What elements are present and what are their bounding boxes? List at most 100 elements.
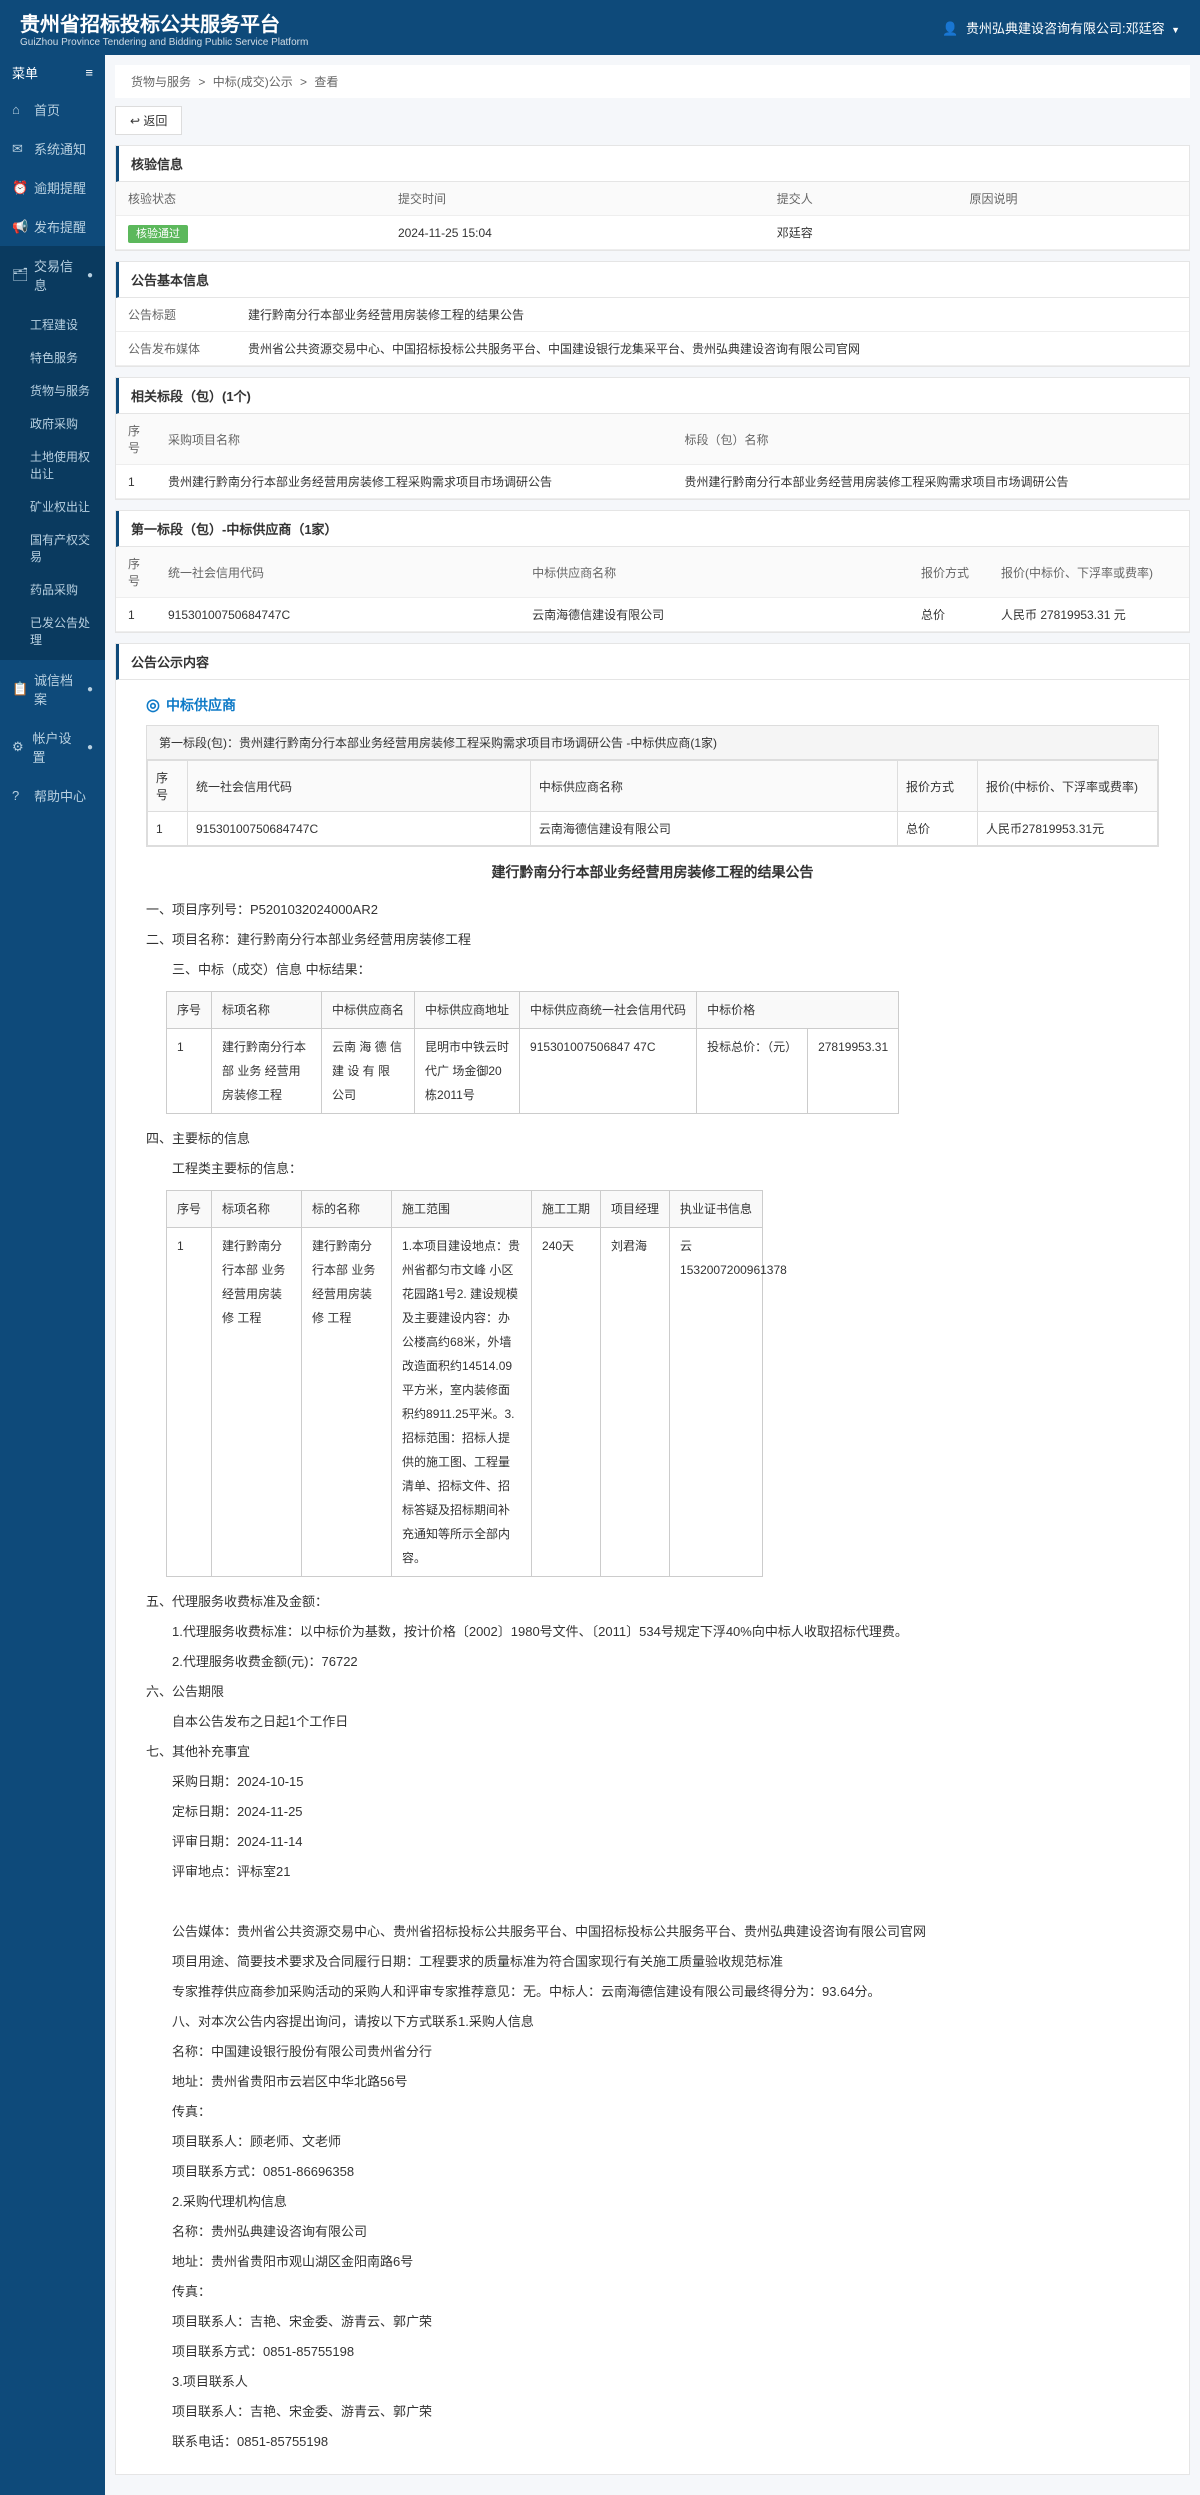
t1r4: 昆明市中铁云时代广 场金御20栋2011号 [415,1029,520,1114]
t1r5: 915301007506847 47C [520,1029,697,1114]
p5b: 2.代理服务收费金额(元)：76722 [146,1649,1159,1675]
atd5: 人民币27819953.31元 [978,812,1158,846]
ath4: 报价方式 [898,761,978,812]
supp-name: 云南海德信建设有限公司 [520,598,909,632]
p5: 五、代理服务收费标准及金额： [146,1589,1159,1615]
p6a: 自本公告发布之日起1个工作日 [146,1709,1159,1735]
th-qtype: 报价方式 [909,547,989,598]
t2h6: 项目经理 [601,1191,670,1228]
breadcrumb: 货物与服务 > 中标(成交)公示 > 查看 [115,65,1190,98]
menu-item-0[interactable]: ⌂首页 [0,90,105,129]
t1h5: 中标供应商统一社会信用代码 [520,992,697,1029]
p2: 二、项目名称：建行黔南分行本部业务经营用房装修工程 [146,927,1159,953]
foot-line-16: 项目联系人：吉艳、宋金委、游青云、郭广荣 [146,2399,1159,2425]
p4b: 工程类主要标的信息： [146,1156,1159,1182]
submenu-item-7[interactable]: 药品采购 [0,573,105,606]
submenu-item-5[interactable]: 矿业权出让 [0,490,105,523]
p6: 六、公告期限 [146,1679,1159,1705]
foot-line-8: 项目联系方式：0851-86696358 [146,2159,1159,2185]
menu-collapse-icon[interactable]: ≡ [85,65,93,80]
menu-icon: ✉ [12,141,26,157]
p7c: 评审日期：2024-11-14 [146,1829,1159,1855]
th-seg-name: 标段（包）名称 [673,414,1190,465]
app-title: 贵州省招标投标公共服务平台 GuiZhou Province Tendering… [20,8,308,48]
foot-line-12: 传真： [146,2279,1159,2305]
t1h3: 中标供应商名 [322,992,415,1029]
breadcrumb-2[interactable]: 中标(成交)公示 [213,75,293,89]
user-menu[interactable]: 贵州弘典建设咨询有限公司:邓廷容 [942,18,1180,37]
menu-icon: ⌂ [12,102,26,117]
panel-verify: 核验信息 核验状态 提交时间 提交人 原因说明 核验通过 2024-11-25 … [115,145,1190,251]
breadcrumb-3: 查看 [314,75,338,89]
expand-icon: ● [87,684,93,695]
content-area: 货物与服务 > 中标(成交)公示 > 查看 返回 核验信息 核验状态 提交时间 … [105,55,1200,2495]
th-seq2: 序号 [116,547,156,598]
sidebar: 菜单 ≡ ⌂首页 ✉ 系统通知 ⏰逾期提醒📢发布提醒🗂交易信息● 工程建设特色服务货物与… [0,55,105,2495]
table-row: 1 91530100750684747C 云南海德信建设有限公司 总价 人民币2… [148,812,1158,846]
result-table: 序号 标项名称 中标供应商名 中标供应商地址 中标供应商统一社会信用代码 中标价… [166,991,899,1114]
menu-label: 系统通知 [34,139,86,158]
sidebar-title: 菜单 ≡ [0,55,105,90]
submenu-item-6[interactable]: 国有产权交易 [0,523,105,573]
menu-label: 交易信息 [34,256,79,294]
th-status: 核验状态 [116,182,386,216]
ann-media-val: 贵州省公共资源交易中心、中国招标投标公共服务平台、中国建设银行龙集采平台、贵州弘… [236,332,1189,366]
atd4: 总价 [898,812,978,846]
app-title-cn: 贵州省招标投标公共服务平台 [20,8,308,37]
menu-item-2[interactable]: ⏰逾期提醒 [0,168,105,207]
app-header: 贵州省招标投标公共服务平台 GuiZhou Province Tendering… [0,0,1200,55]
submenu-item-0[interactable]: 工程建设 [0,308,105,341]
th-person: 提交人 [765,182,958,216]
seg-no: 1 [116,465,156,499]
atd3: 云南海德信建设有限公司 [530,812,897,846]
menu-item-1[interactable]: ✉ 系统通知 [0,129,105,168]
t1r1: 1 [167,1029,212,1114]
table-row: 1 贵州建行黔南分行本部业务经营用房装修工程采购需求项目市场调研公告 贵州建行黔… [116,465,1189,499]
winner-box: 第一标段(包)：贵州建行黔南分行本部业务经营用房装修工程采购需求项目市场调研公告… [146,725,1159,847]
submenu-item-4[interactable]: 土地使用权出让 [0,440,105,490]
p1: 一、项目序列号：P5201032024000AR2 [146,897,1159,923]
p7: 七、其他补充事宜 [146,1739,1159,1765]
menu-item-6[interactable]: ⚙帐户设置● [0,718,105,776]
foot-line-3: 八、对本次公告内容提出询问，请按以下方式联系1.采购人信息 [146,2009,1159,2035]
t1r3: 云南 海 德 信 建 设 有 限 公司 [322,1029,415,1114]
p7a: 采购日期：2024-10-15 [146,1769,1159,1795]
menu-icon: ? [12,788,26,803]
menu-item-4[interactable]: 🗂交易信息● [0,246,105,304]
t2h4: 施工范围 [392,1191,532,1228]
atd2: 91530100750684747C [188,812,531,846]
breadcrumb-1[interactable]: 货物与服务 [131,75,191,89]
submenu-item-1[interactable]: 特色服务 [0,341,105,374]
p7d: 评审地点：评标室21 [146,1859,1159,1885]
menu-item-7[interactable]: ? 帮助中心 [0,776,105,815]
th-code: 统一社会信用代码 [156,547,520,598]
menu-label: 发布提醒 [34,217,86,236]
menu-icon: ⏰ [12,180,26,196]
ath5: 报价(中标价、下浮率或费率) [978,761,1158,812]
status-badge: 核验通过 [128,225,188,243]
menu-label: 帮助中心 [34,786,86,805]
ath2: 统一社会信用代码 [188,761,531,812]
winner-header: 中标供应商 [146,695,1159,715]
menu-label: 帐户设置 [33,728,79,766]
t2r2: 建行黔南分行本部 业务经营用房装修 工程 [212,1228,302,1577]
t1r6b: 27819953.31 [808,1029,899,1114]
table-row: 1 建行黔南分行本部 业务 经营用房装修工程 云南 海 德 信 建 设 有 限 … [167,1029,899,1114]
th-seq: 序号 [116,414,156,465]
foot-line-17: 联系电话：0851-85755198 [146,2429,1159,2455]
menu-item-3[interactable]: 📢发布提醒 [0,207,105,246]
submenu-item-3[interactable]: 政府采购 [0,407,105,440]
foot-line-11: 地址：贵州省贵阳市观山湖区金阳南路6号 [146,2249,1159,2275]
foot-line-7: 项目联系人：顾老师、文老师 [146,2129,1159,2155]
p5a: 1.代理服务收费标准：以中标价为基数，按计价格〔2002〕1980号文件、〔20… [146,1619,1159,1645]
label-ann-media: 公告发布媒体 [116,332,236,366]
table-row: 1 建行黔南分行本部 业务经营用房装修 工程 建行黔南分行本部 业务经营用房装修… [167,1228,763,1577]
panel-supp-title: 第一标段（包）-中标供应商（1家） [116,511,1189,547]
submenu-item-8[interactable]: 已发公告处理 [0,606,105,656]
reason [958,216,1189,250]
submenu-item-2[interactable]: 货物与服务 [0,374,105,407]
back-button[interactable]: 返回 [115,106,182,135]
proj-name: 贵州建行黔南分行本部业务经营用房装修工程采购需求项目市场调研公告 [156,465,673,499]
menu-item-5[interactable]: 📋诚信档案● [0,660,105,718]
t1r6: 投标总价：（元） [697,1029,808,1114]
